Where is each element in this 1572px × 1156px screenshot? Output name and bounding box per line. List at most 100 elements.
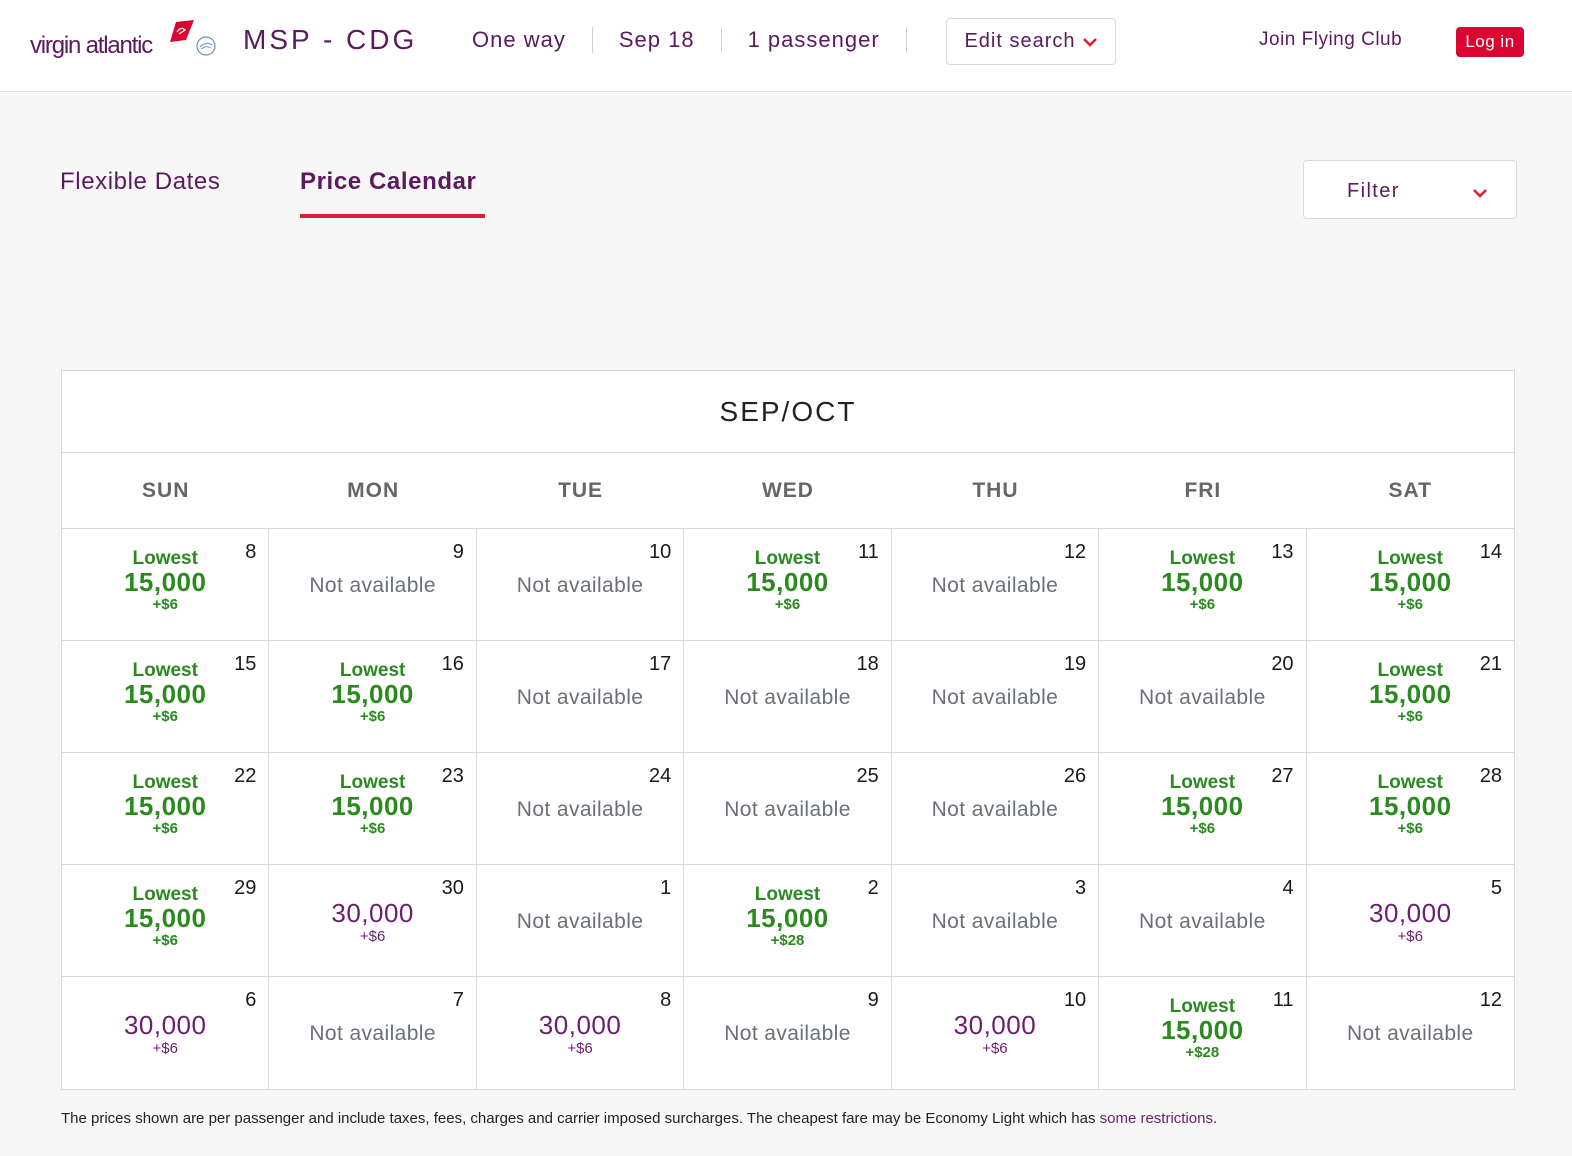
not-available-label: Not available: [516, 909, 644, 933]
calendar-grid: 8 Lowest 15,000 +$6 9 Not available 10 Not avai…: [62, 529, 1514, 1089]
not-available-label: Not available: [724, 1022, 851, 1045]
footnote-text: The prices shown are per passenger and i…: [61, 1110, 1100, 1127]
tab-price-calendar[interactable]: Price Calendar: [300, 168, 476, 196]
fare-info: Lowest 15,000 +$6: [1099, 753, 1305, 864]
fare-info: Not available: [477, 753, 683, 864]
fare-info: Lowest 15,000 +$6: [1307, 641, 1514, 752]
calendar-day-cell[interactable]: 21 Lowest 15,000 +$6: [1306, 641, 1514, 753]
calendar-day-cell[interactable]: 6 30,000 +$6: [62, 977, 270, 1089]
calendar-day-cell: 26 Not available: [891, 753, 1100, 865]
fare-info: Lowest 15,000 +$6: [269, 641, 475, 752]
lowest-badge: Lowest: [1377, 547, 1443, 569]
lowest-badge: Lowest: [1377, 771, 1443, 793]
weekday-label: SAT: [1388, 478, 1432, 502]
calendar-day-cell[interactable]: 5 30,000 +$6: [1306, 865, 1514, 977]
calendar-day-cell[interactable]: 29 Lowest 15,000 +$6: [62, 865, 270, 977]
login-button[interactable]: Log in: [1456, 27, 1524, 57]
fare-info: Not available: [684, 977, 890, 1089]
not-available-label: Not available: [931, 573, 1059, 597]
calendar-day-cell: 9 Not available: [684, 977, 892, 1089]
points-price: 15,000: [123, 902, 207, 933]
calendar-day-cell[interactable]: 8 Lowest 15,000 +$6: [62, 529, 270, 641]
fare-info: Lowest 15,000 +$6: [1307, 529, 1514, 640]
not-available-label: Not available: [516, 685, 644, 709]
calendar-day-cell: 19 Not available: [891, 641, 1100, 753]
fare-info: Not available: [684, 641, 890, 752]
cash-fee: +$6: [1397, 819, 1423, 837]
weekday-header: SUN MON TUE WED THU FRI SAT: [62, 453, 1514, 529]
restrictions-link[interactable]: some restrictions: [1100, 1110, 1213, 1127]
divider: [720, 27, 722, 53]
fare-info: Not available: [892, 529, 1098, 640]
lowest-badge: Lowest: [339, 659, 406, 681]
points-price: 15,000: [1161, 566, 1244, 597]
cash-fee: +$6: [152, 707, 178, 725]
calendar-day-cell[interactable]: 11 Lowest 15,000 +$6: [684, 529, 892, 641]
join-flying-club-link[interactable]: Join Flying Club: [1259, 29, 1402, 51]
calendar-day-cell[interactable]: 13 Lowest 15,000 +$6: [1099, 529, 1307, 641]
cash-fee: +$6: [152, 819, 178, 837]
fare-info: Lowest 15,000 +$28: [1099, 977, 1305, 1089]
points-price: 30,000: [538, 1010, 622, 1040]
lowest-badge: Lowest: [132, 659, 198, 681]
calendar-day-cell[interactable]: 30 30,000 +$6: [269, 865, 477, 977]
edit-search-button[interactable]: Edit search: [946, 18, 1116, 65]
weekday-label: SUN: [142, 478, 190, 502]
chevron-down-icon: [1473, 189, 1487, 198]
calendar-day-cell[interactable]: 8 30,000 +$6: [477, 977, 685, 1089]
fare-info: Lowest 15,000 +$6: [62, 865, 268, 976]
lowest-badge: Lowest: [132, 547, 198, 569]
calendar-day-cell[interactable]: 14 Lowest 15,000 +$6: [1306, 529, 1514, 641]
calendar-day-cell[interactable]: 23 Lowest 15,000 +$6: [269, 753, 477, 865]
fare-info: Lowest 15,000 +$6: [62, 753, 268, 864]
not-available-label: Not available: [724, 685, 851, 709]
calendar-day-cell: 9 Not available: [269, 529, 477, 641]
calendar-day-cell: 1 Not available: [476, 865, 685, 977]
fare-info: Lowest 15,000 +$6: [684, 529, 890, 640]
calendar-day-cell: 3 Not available: [891, 865, 1100, 977]
points-price: 30,000: [953, 1010, 1037, 1040]
logo-wordmark: virgin atlantic: [30, 32, 153, 59]
fare-info: 30,000 +$6: [1307, 865, 1514, 976]
calendar-day-cell: 10 Not available: [476, 529, 685, 641]
fare-info: Not available: [892, 641, 1098, 752]
calendar-day-cell[interactable]: 11 Lowest 15,000 +$28: [1099, 977, 1307, 1089]
trip-type: One way: [472, 27, 566, 52]
calendar-day-cell[interactable]: 27 Lowest 15,000 +$6: [1099, 753, 1307, 865]
calendar-day-cell[interactable]: 2 Lowest 15,000 +$28: [684, 865, 892, 977]
points-price: 30,000: [1369, 897, 1452, 928]
filter-label: Filter: [1347, 180, 1400, 202]
weekday-label: MON: [347, 478, 400, 502]
cash-fee: +$6: [1189, 819, 1216, 837]
not-available-label: Not available: [931, 685, 1059, 709]
calendar-day-cell: 7 Not available: [269, 977, 477, 1089]
cash-fee: +$6: [1397, 707, 1423, 725]
points-price: 15,000: [123, 678, 207, 709]
fare-info: Not available: [477, 529, 683, 640]
tab-flexible-dates[interactable]: Flexible Dates: [60, 168, 220, 196]
travel-date: Sep 18: [618, 27, 695, 52]
fare-info: Not available: [477, 865, 683, 976]
edit-search-label: Edit search: [964, 30, 1076, 52]
calendar-day-cell[interactable]: 10 30,000 +$6: [892, 977, 1100, 1089]
points-price: 15,000: [746, 902, 829, 933]
cash-fee: +$6: [1397, 927, 1423, 945]
not-available-label: Not available: [1139, 685, 1266, 709]
virgin-atlantic-logo[interactable]: virgin atlantic: [30, 18, 220, 64]
calendar-day-cell[interactable]: 28 Lowest 15,000 +$6: [1306, 753, 1514, 865]
search-summary: One way Sep 18 1 passenger: [472, 27, 933, 53]
fare-info: 30,000 +$6: [269, 865, 475, 976]
calendar-day-cell[interactable]: 16 Lowest 15,000 +$6: [269, 641, 477, 753]
calendar-day-cell[interactable]: 15 Lowest 15,000 +$6: [62, 641, 270, 753]
cash-fee: +$6: [152, 931, 178, 949]
calendar-day-cell[interactable]: 22 Lowest 15,000 +$6: [62, 753, 270, 865]
lowest-badge: Lowest: [754, 883, 821, 905]
fare-info: Lowest 15,000 +$6: [62, 529, 268, 640]
fare-info: Lowest 15,000 +$6: [62, 641, 268, 752]
points-price: 15,000: [1369, 566, 1452, 597]
cash-fee: +$6: [567, 1040, 593, 1057]
fare-info: Not available: [477, 641, 683, 752]
filter-dropdown[interactable]: Filter: [1303, 160, 1517, 219]
points-price: 15,000: [123, 566, 207, 597]
fare-info: Not available: [1099, 641, 1305, 752]
